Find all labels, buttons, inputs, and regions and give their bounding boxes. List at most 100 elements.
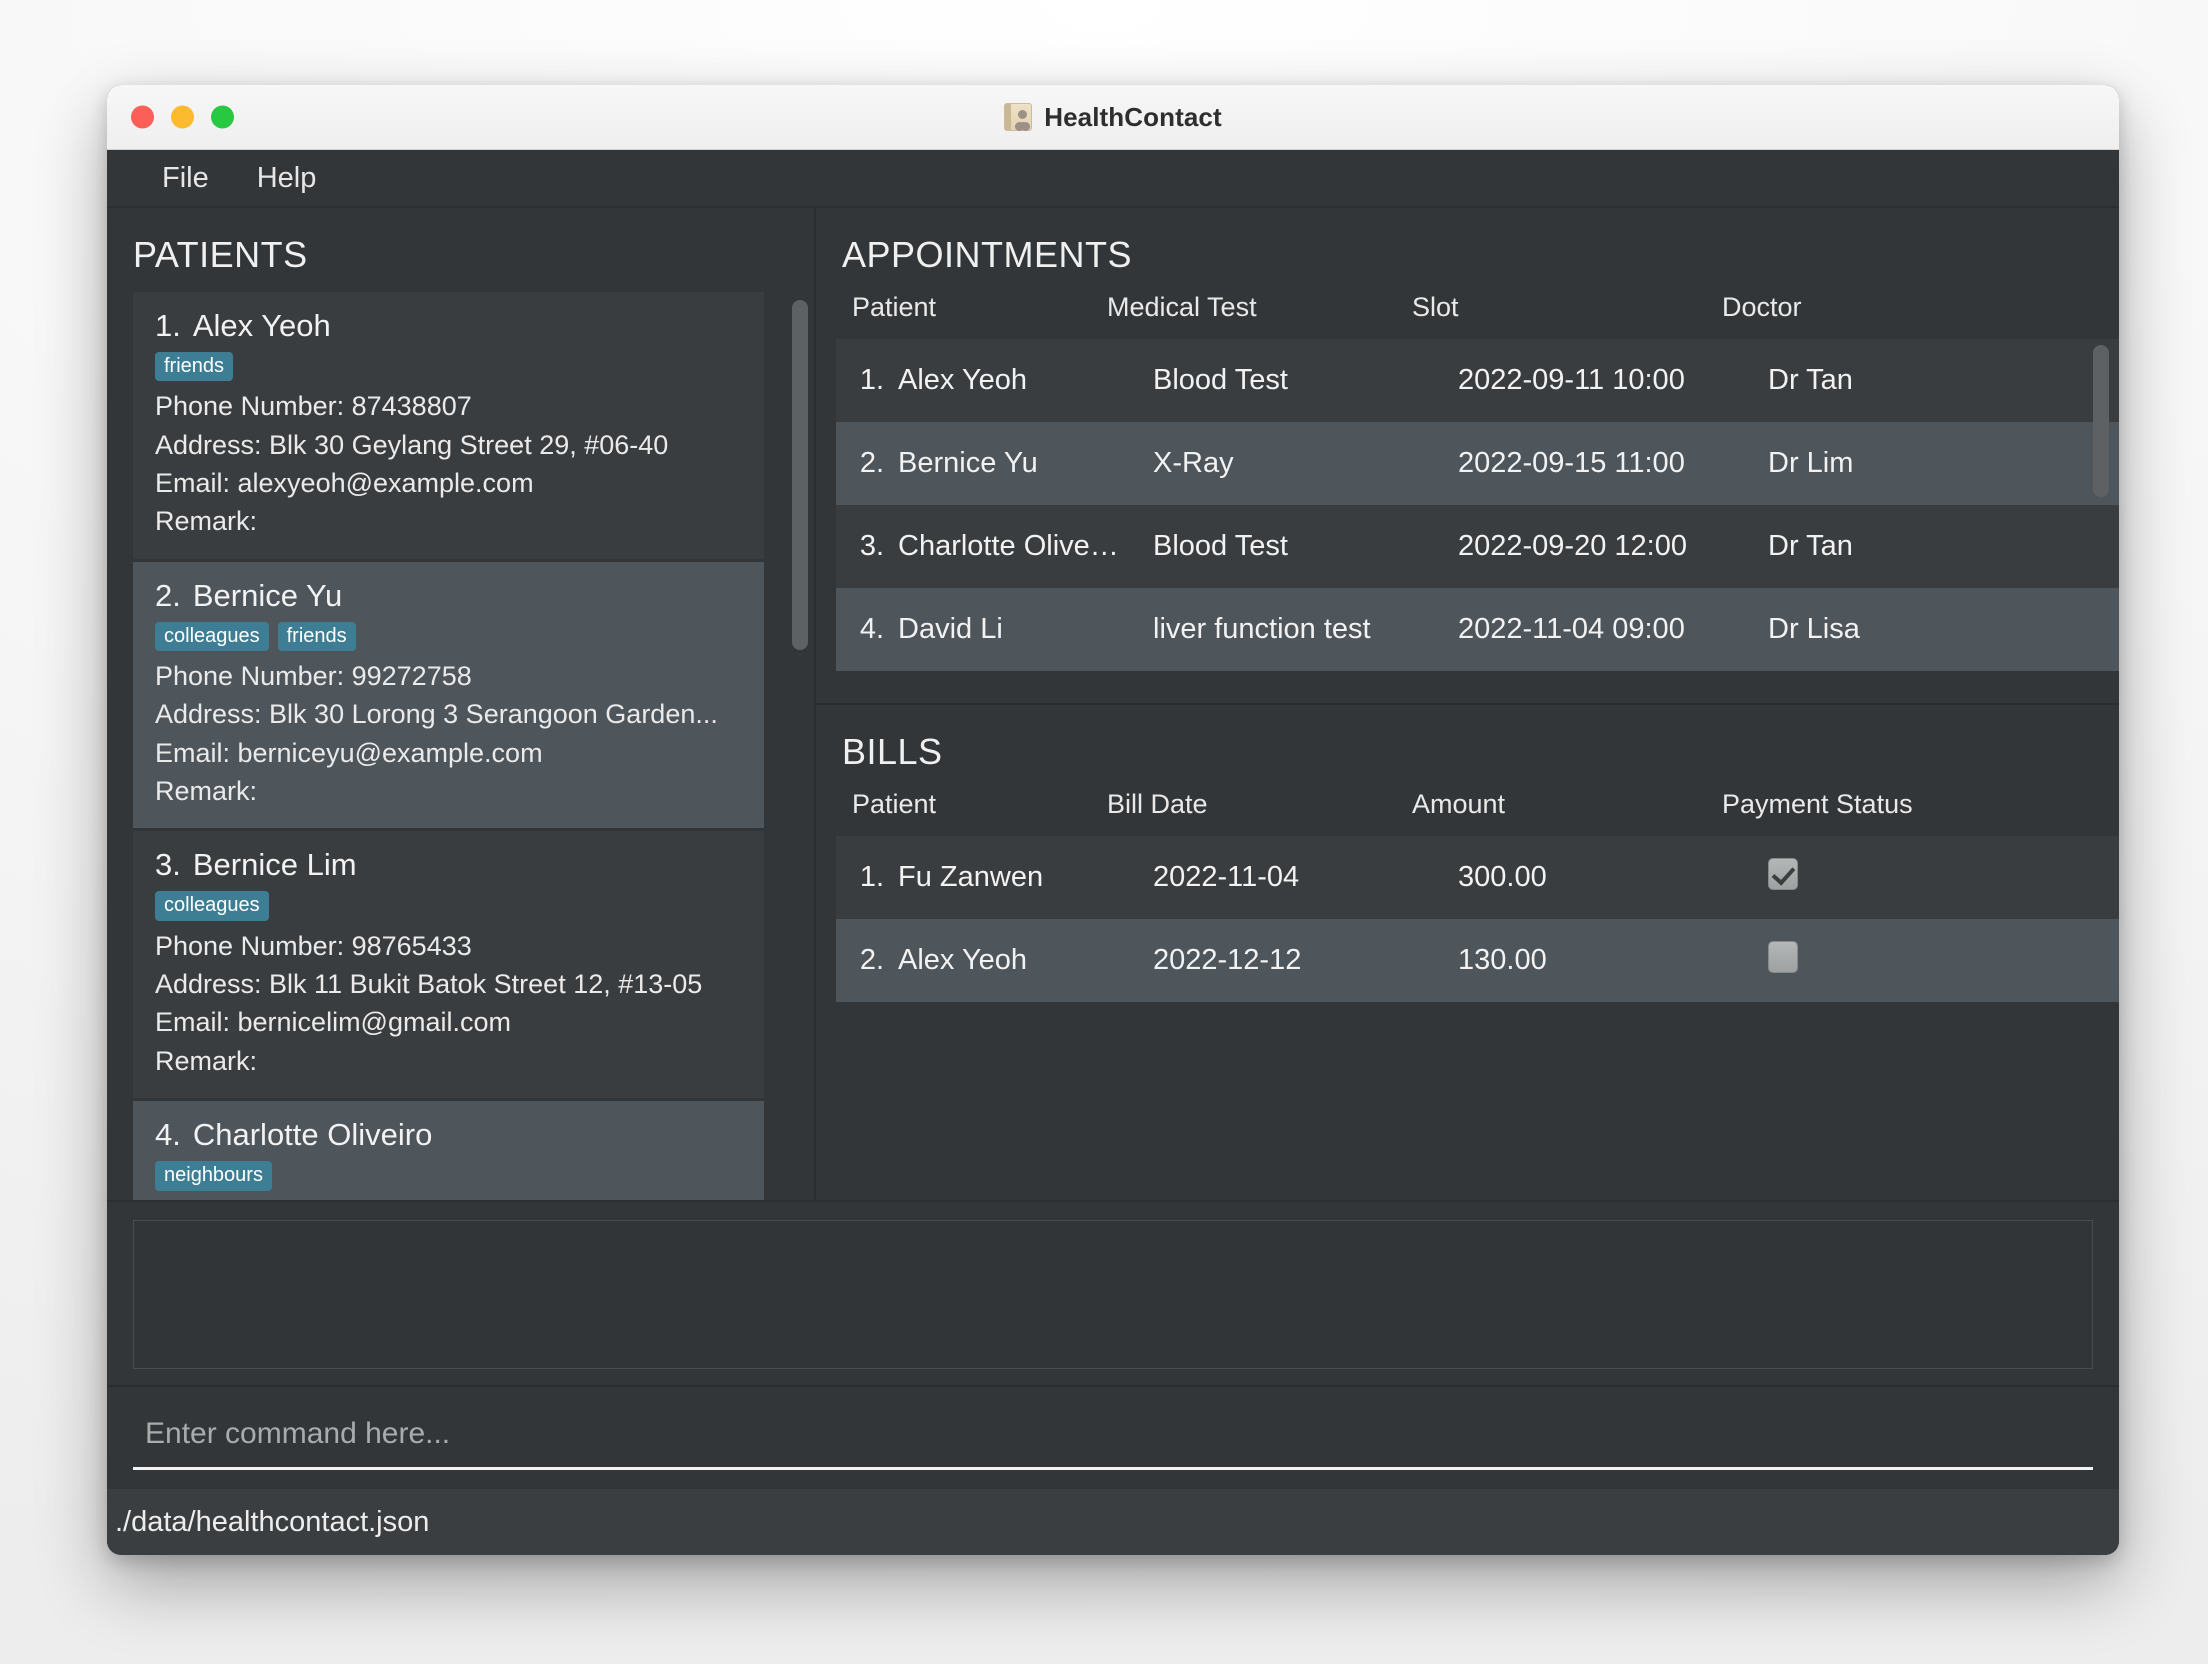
- patient-card[interactable]: 1. Alex Yeoh friends Phone Number: 874388…: [133, 292, 764, 559]
- appointment-index: 2.: [859, 447, 884, 479]
- bill-amount: 300.00: [1458, 861, 1547, 893]
- appointment-slot: 2022-09-20 12:00: [1458, 530, 1687, 562]
- desktop-backdrop: HealthContact File Help PATIENTS 1. Alex …: [0, 0, 2208, 1664]
- patients-heading: PATIENTS: [133, 234, 308, 275]
- column-header-medical-test: Medical Test: [1107, 292, 1257, 322]
- patient-index: 1.: [155, 308, 181, 343]
- patient-name: Charlotte Oliveiro: [192, 1117, 433, 1153]
- appointment-test: Blood Test: [1153, 530, 1288, 562]
- appointments-scrollbar-thumb[interactable]: [2093, 345, 2109, 497]
- window-title: HealthContact: [1044, 101, 1222, 132]
- patient-name-row: 4. Charlotte Oliveiro: [155, 1117, 742, 1153]
- column-header-slot: Slot: [1412, 292, 1459, 322]
- patient-name-row: 3. Bernice Lim: [155, 847, 742, 883]
- column-header-doctor: Doctor: [1722, 292, 1802, 322]
- menu-item-file[interactable]: File: [143, 156, 228, 201]
- patient-tag: friends: [155, 352, 234, 382]
- command-area: [107, 1385, 2119, 1489]
- appointment-test: liver function test: [1153, 613, 1371, 645]
- status-bar: ./data/healthcontact.json: [107, 1489, 2119, 1555]
- patient-tags: colleagues friends: [155, 621, 742, 652]
- patient-name: Alex Yeoh: [192, 308, 331, 343]
- appointment-test: X-Ray: [1153, 447, 1234, 479]
- appointments-list[interactable]: 1. Alex Yeoh Blood Test 2022-09-11 10:00…: [836, 339, 2119, 703]
- appointment-doctor: Dr Lim: [1768, 447, 1854, 479]
- patient-remark: Remark:: [155, 776, 258, 807]
- bill-date: 2022-12-12: [1153, 944, 1302, 976]
- menu-item-help[interactable]: Help: [238, 156, 336, 201]
- patient-phone: Phone Number: 99272758: [155, 661, 472, 692]
- appointments-panel: APPOINTMENTS Patient Medical Test Slot D…: [816, 208, 2119, 705]
- patient-tag: neighbours: [155, 1161, 272, 1191]
- result-area: [107, 1200, 2119, 1385]
- appointment-slot: 2022-09-11 10:00: [1458, 364, 1685, 396]
- patient-card[interactable]: 4. Charlotte Oliveiro neighbours Phone Nu…: [133, 1101, 764, 1200]
- appointment-row[interactable]: 1. Alex Yeoh Blood Test 2022-09-11 10:00…: [836, 339, 2119, 422]
- patient-phone: Phone Number: 87438807: [155, 391, 472, 422]
- patient-address: Address: Blk 30 Geylang Street 29, #06-4…: [155, 429, 669, 460]
- payment-status-checkbox[interactable]: [1768, 940, 1798, 973]
- patient-card[interactable]: 3. Bernice Lim colleagues Phone Number: 9…: [133, 831, 764, 1099]
- column-header-bill-date: Bill Date: [1107, 789, 1208, 819]
- patients-list[interactable]: 1. Alex Yeoh friends Phone Number: 874388…: [133, 292, 814, 1200]
- appointment-index: 4.: [859, 613, 884, 645]
- patient-tag: colleagues: [155, 621, 269, 652]
- appointments-table-header: Patient Medical Test Slot Doctor: [816, 292, 2119, 339]
- patient-address: Address: Blk 30 Lorong 3 Serangoon Garde…: [155, 699, 718, 730]
- column-header-patient: Patient: [852, 292, 937, 322]
- patient-name-row: 2. Bernice Yu: [155, 578, 742, 614]
- appointment-doctor: Dr Tan: [1768, 364, 1853, 396]
- appointment-doctor: Dr Lisa: [1768, 613, 1860, 645]
- appointment-row[interactable]: 2. Bernice Yu X-Ray 2022-09-15 11:00 Dr …: [836, 422, 2119, 505]
- bill-index: 2.: [859, 944, 884, 976]
- patient-index: 4.: [155, 1117, 181, 1153]
- appointment-patient: Charlotte Olive…: [898, 530, 1119, 562]
- bill-row[interactable]: 2. Alex Yeoh 2022-12-12 130.00: [836, 919, 2119, 1002]
- column-header-patient: Patient: [852, 789, 937, 819]
- patients-scrollbar-thumb[interactable]: [792, 300, 808, 650]
- bills-table-header: Patient Bill Date Amount Payment Status: [816, 789, 2119, 836]
- appointment-test: Blood Test: [1153, 364, 1288, 396]
- save-location-path: ./data/healthcontact.json: [115, 1505, 430, 1538]
- appointment-row[interactable]: 4. David Li liver function test 2022-11-…: [836, 588, 2119, 671]
- patient-phone: Phone Number: 93210283: [155, 1197, 742, 1201]
- appointment-index: 3.: [859, 530, 884, 562]
- bill-date: 2022-11-04: [1153, 861, 1300, 893]
- bill-payment-status: [1768, 940, 2119, 981]
- patient-phone: Phone Number: 98765433: [155, 930, 472, 961]
- main-content: PATIENTS 1. Alex Yeoh friends Phone Numbe…: [107, 208, 2119, 1200]
- menu-bar: File Help: [107, 150, 2119, 208]
- patient-name: Bernice Lim: [192, 847, 357, 883]
- patient-remark: Remark:: [155, 506, 258, 537]
- appointment-row[interactable]: 3. Charlotte Olive… Blood Test 2022-09-2…: [836, 505, 2119, 588]
- patient-index: 2.: [155, 577, 181, 613]
- column-header-payment-status: Payment Status: [1722, 789, 1913, 819]
- bill-amount: 130.00: [1458, 944, 1547, 976]
- patient-remark: Remark:: [155, 1045, 258, 1076]
- application-window: HealthContact File Help PATIENTS 1. Alex …: [107, 85, 2119, 1555]
- bill-index: 1.: [859, 861, 884, 893]
- bills-panel: BILLS Patient Bill Date Amount Payment S…: [816, 705, 2119, 1200]
- patient-name: Bernice Yu: [192, 577, 343, 613]
- contacts-book-icon: [1004, 103, 1033, 131]
- bill-payment-status: [1768, 857, 2119, 898]
- patient-tags: colleagues: [155, 891, 742, 921]
- patient-card[interactable]: 2. Bernice Yu colleagues friends Phone Nu…: [133, 561, 764, 829]
- patient-tag: colleagues: [155, 891, 269, 921]
- bills-list[interactable]: 1. Fu Zanwen 2022-11-04 300.00 2. Alex Y…: [836, 836, 2119, 1200]
- window-title-group: HealthContact: [107, 102, 2119, 133]
- result-display-box: [133, 1220, 2093, 1369]
- patient-address: Address: Blk 11 Bukit Batok Street 12, #…: [155, 969, 703, 1000]
- appointment-doctor: Dr Tan: [1768, 530, 1853, 562]
- right-column: APPOINTMENTS Patient Medical Test Slot D…: [816, 208, 2119, 1200]
- payment-status-checkbox[interactable]: [1768, 857, 1798, 890]
- command-input[interactable]: [133, 1406, 2093, 1470]
- appointment-index: 1.: [859, 364, 884, 396]
- bill-row[interactable]: 1. Fu Zanwen 2022-11-04 300.00: [836, 836, 2119, 919]
- patient-email: Email: bernicelim@gmail.com: [155, 1007, 511, 1038]
- bills-heading: BILLS: [842, 731, 943, 772]
- patient-email: Email: alexyeoh@example.com: [155, 468, 534, 499]
- patient-tags: neighbours: [155, 1161, 742, 1191]
- appointment-patient: David Li: [898, 613, 1003, 645]
- patient-name-row: 1. Alex Yeoh: [155, 308, 742, 344]
